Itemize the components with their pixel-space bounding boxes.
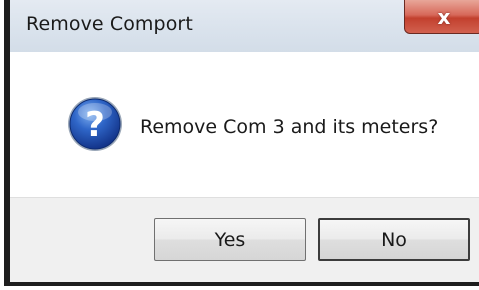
remove-comport-dialog: Remove Comport x ? Remove Com 3 and its … <box>4 0 479 286</box>
svg-text:?: ? <box>85 105 105 145</box>
button-bar: Yes No <box>10 197 479 282</box>
close-button[interactable]: x <box>404 0 479 34</box>
title-bar[interactable]: Remove Comport x <box>10 0 479 53</box>
no-button[interactable]: No <box>318 218 470 261</box>
window-title: Remove Comport <box>26 13 193 35</box>
question-icon: ? <box>68 97 122 151</box>
close-icon: x <box>437 4 451 29</box>
confirmation-message: Remove Com 3 and its meters? <box>140 116 439 138</box>
yes-button[interactable]: Yes <box>154 218 306 261</box>
message-area: ? Remove Com 3 and its meters? <box>10 52 479 197</box>
